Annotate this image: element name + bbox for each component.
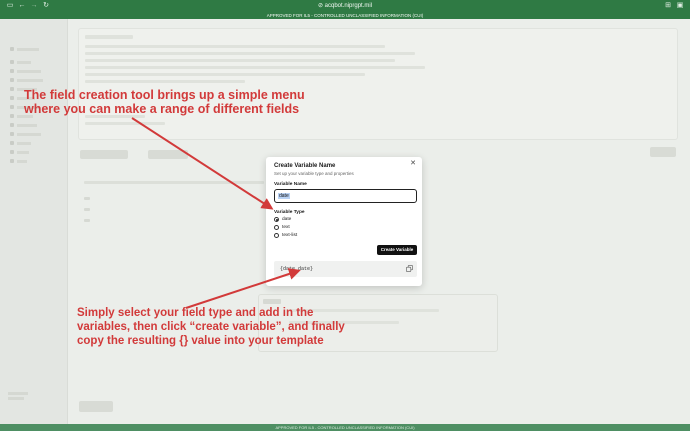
annotation-bottom: Simply select your field type and add in… <box>77 307 345 347</box>
annotation-arrows <box>131 117 301 309</box>
arrow-to-name-input <box>131 117 274 210</box>
arrow-to-code-preview <box>185 268 301 309</box>
annotation-top: The field creation tool brings up a simp… <box>24 88 305 116</box>
